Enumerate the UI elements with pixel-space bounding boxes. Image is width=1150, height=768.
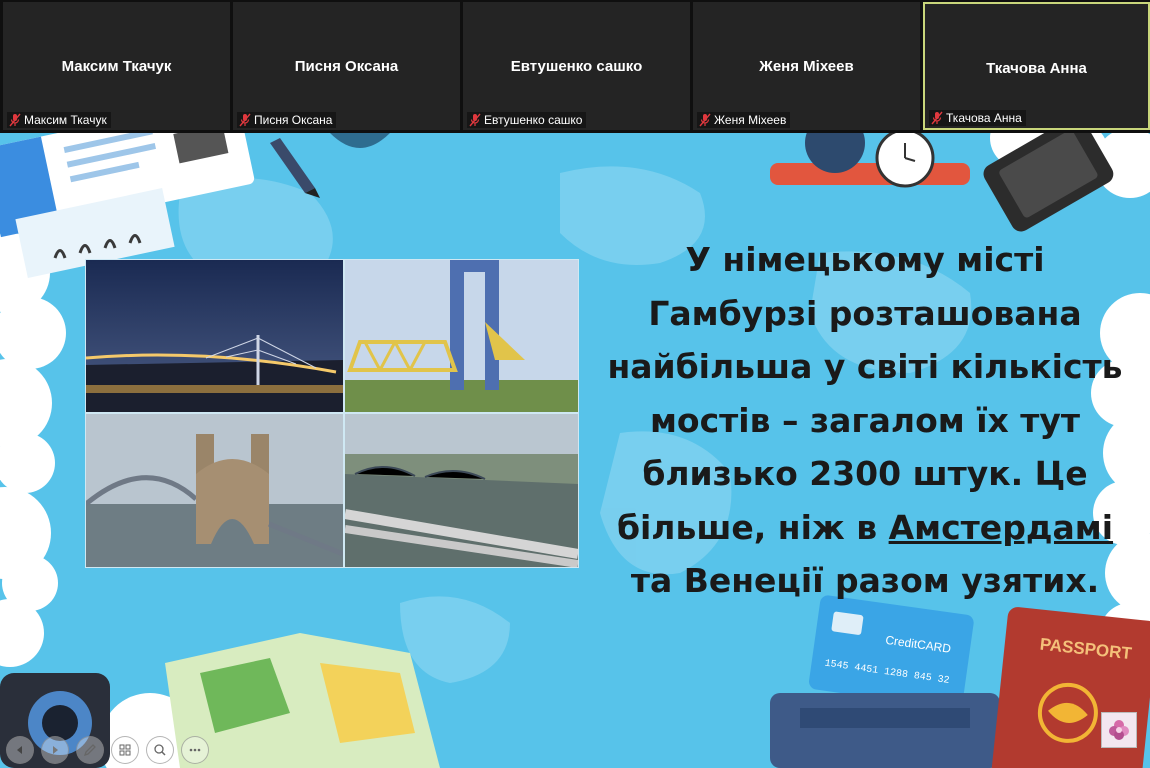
participant-label: Евтушенко сашко xyxy=(467,112,587,128)
muted-mic-icon xyxy=(9,113,21,127)
muted-mic-icon xyxy=(699,113,711,127)
next-icon xyxy=(53,746,58,754)
participant-label: Максим Ткачук xyxy=(7,112,111,128)
muted-mic-icon xyxy=(239,113,251,127)
presentation-controls xyxy=(6,736,209,764)
shared-slide: CreditCARD 1545 4451 1288 845 32 PASSPOR… xyxy=(0,133,1150,768)
participant-tile-active-speaker[interactable]: Ткачова Анна Ткачова Анна xyxy=(923,2,1150,130)
participant-label: Ткачова Анна xyxy=(929,110,1026,126)
amsterdam-link[interactable]: Амстердамі xyxy=(889,508,1113,547)
hamburg-bridge-night-photo xyxy=(86,260,343,412)
flower-logo-icon xyxy=(1109,720,1129,740)
muted-mic-icon xyxy=(931,111,943,125)
participant-label-text: Ткачова Анна xyxy=(946,111,1022,125)
more-options-button[interactable] xyxy=(181,736,209,764)
see-all-slides-button[interactable] xyxy=(111,736,139,764)
pen-icon xyxy=(83,744,96,757)
slide-text-line: та Венеції разом узятих. xyxy=(630,561,1100,600)
slide-text-line: близько 2300 штук. Це xyxy=(642,454,1088,493)
next-slide-button[interactable] xyxy=(41,736,69,764)
participant-label-text: Максим Ткачук xyxy=(24,113,107,127)
participant-label-text: Женя Міхеев xyxy=(714,113,787,127)
previous-icon xyxy=(17,746,22,754)
slide-text-line: Гамбурзі розташована xyxy=(648,293,1082,333)
presenter-logo xyxy=(1101,712,1137,748)
participant-tile[interactable]: Женя Міхеев Женя Міхеев xyxy=(693,2,920,130)
slide-body-text: У німецькому місті Гамбурзі розташована … xyxy=(585,233,1145,608)
slide-text-line: У німецькому місті xyxy=(685,240,1045,279)
participant-tile[interactable]: Максим Ткачук Максим Ткачук xyxy=(3,2,230,130)
participant-tile[interactable]: Писня Оксана Писня Оксана xyxy=(233,2,460,130)
participant-tile[interactable]: Евтушенко сашко Евтушенко сашко xyxy=(463,2,690,130)
participant-label-text: Писня Оксана xyxy=(254,113,333,127)
participant-name: Писня Оксана xyxy=(294,58,399,75)
more-icon xyxy=(189,748,201,752)
lift-bridge-photo xyxy=(345,260,578,412)
pen-tool-button[interactable] xyxy=(76,736,104,764)
old-elbe-bridge-photo xyxy=(86,414,343,567)
zoom-button[interactable] xyxy=(146,736,174,764)
participant-name: Максим Ткачук xyxy=(61,58,172,75)
previous-slide-button[interactable] xyxy=(6,736,34,764)
slide-text-segment: більше, ніж в xyxy=(616,507,889,547)
slide-text-line: більше, ніж в Амстердамі xyxy=(585,501,1145,555)
aerial-bridges-photo xyxy=(345,414,578,567)
participant-label-text: Евтушенко сашко xyxy=(484,113,583,127)
muted-mic-icon xyxy=(469,113,481,127)
zoom-icon xyxy=(154,744,166,756)
bridge-photo-collage xyxy=(85,259,579,568)
participant-name: Женя Міхеев xyxy=(759,58,854,75)
participant-name: Ткачова Анна xyxy=(986,60,1087,77)
slides-grid-icon xyxy=(119,744,131,756)
slide-text-line: найбільша у світі кількість xyxy=(607,347,1123,386)
participant-strip: Максим Ткачук Максим Ткачук Писня Оксана… xyxy=(0,0,1150,133)
participant-label: Писня Оксана xyxy=(237,112,337,128)
slide-text-line: мостів – загалом їх тут xyxy=(649,400,1081,440)
participant-label: Женя Міхеев xyxy=(697,112,791,128)
participant-name: Евтушенко сашко xyxy=(510,58,643,75)
